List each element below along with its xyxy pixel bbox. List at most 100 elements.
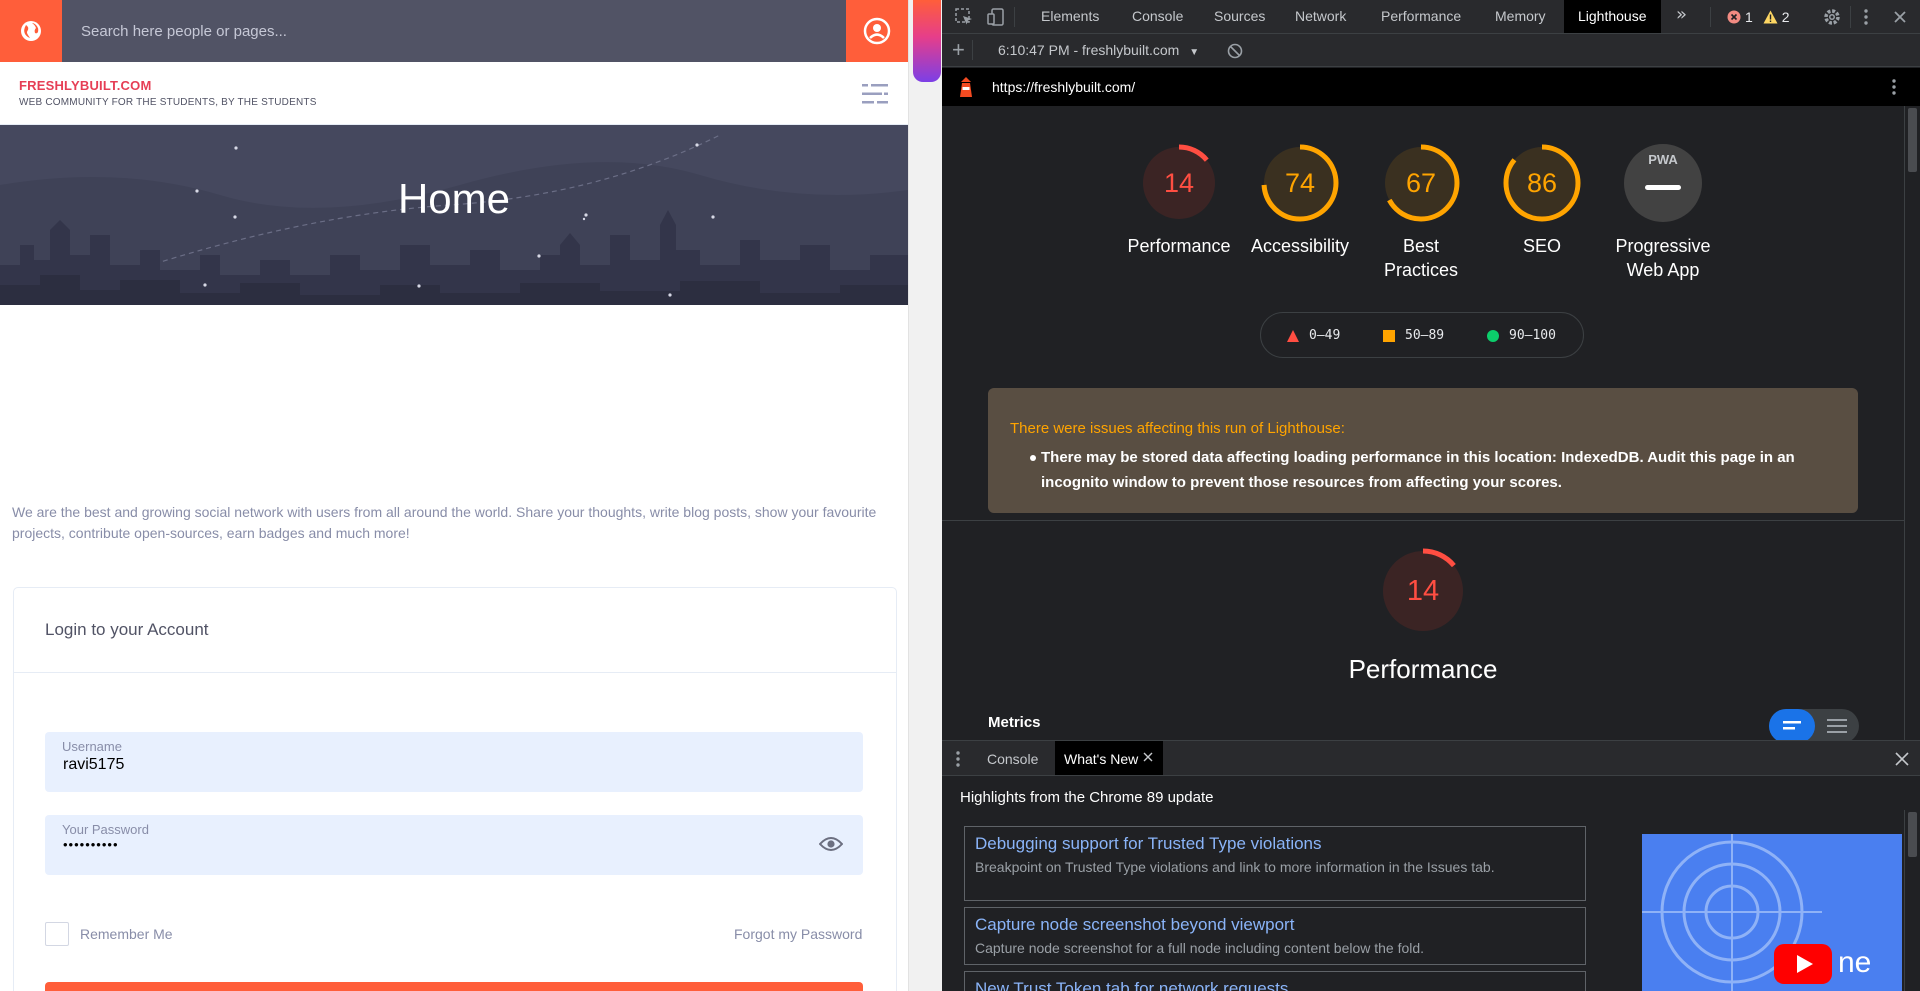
- warning-icon: [1763, 10, 1778, 24]
- inspect-element-icon[interactable]: [954, 7, 974, 27]
- metrics-view-toggle[interactable]: [1769, 709, 1859, 740]
- clear-reports-icon[interactable]: [1227, 43, 1243, 59]
- tab-memory[interactable]: Memory: [1495, 0, 1546, 33]
- audited-url[interactable]: https://freshlybuilt.com/: [992, 79, 1135, 95]
- report-menu-icon[interactable]: [1886, 78, 1902, 96]
- brand-name-link[interactable]: FRESHLYBUILT.COM: [19, 78, 151, 93]
- warning-title: There were issues affecting this run of …: [1010, 420, 1345, 437]
- score-label: Progressive Web App: [1615, 236, 1711, 280]
- tab-performance[interactable]: Performance: [1381, 0, 1461, 33]
- score-gauge-pwa[interactable]: PWA Progressive Web App: [1608, 142, 1718, 282]
- whats-new-item[interactable]: New Trust Token tab for network requests: [964, 971, 1586, 991]
- devtools-panel: Elements Console Sources Network Perform…: [942, 0, 1920, 991]
- divider: [942, 520, 1904, 521]
- whats-new-item[interactable]: Debugging support for Trusted Type viola…: [964, 826, 1586, 901]
- report-selector-value: 6:10:47 PM - freshlybuilt.com: [998, 42, 1180, 58]
- divider: [14, 672, 896, 673]
- drawer-menu-icon[interactable]: [954, 750, 962, 768]
- score-value: 67: [1405, 168, 1437, 198]
- toggle-compact-view[interactable]: [1769, 709, 1815, 740]
- drawer-scrollbar-thumb[interactable]: [1908, 812, 1917, 857]
- menu-toggle-icon[interactable]: [862, 83, 888, 105]
- settings-gear-icon[interactable]: [1822, 7, 1842, 27]
- pwa-badge-text: PWA: [1648, 152, 1678, 167]
- dropdown-arrow-icon: ▼: [1189, 47, 1200, 58]
- password-value: ••••••••••: [63, 837, 119, 852]
- site-logo-button[interactable]: [0, 0, 62, 62]
- remember-me-checkbox[interactable]: [45, 922, 69, 946]
- tab-network[interactable]: Network: [1295, 0, 1346, 33]
- expanded-list-icon[interactable]: [1815, 709, 1859, 740]
- whats-new-item-title[interactable]: Debugging support for Trusted Type viola…: [975, 834, 1322, 854]
- device-toolbar-icon[interactable]: [986, 7, 1006, 27]
- close-devtools-icon[interactable]: [1890, 7, 1910, 27]
- password-label: Your Password: [62, 822, 149, 837]
- devtools-tabbar: Elements Console Sources Network Perform…: [942, 0, 1920, 34]
- compact-list-icon: [1783, 721, 1801, 730]
- performance-gauge: 14: [1378, 546, 1468, 636]
- intro-text: We are the best and growing social netwo…: [12, 504, 877, 541]
- toolbar-divider: [1850, 6, 1851, 28]
- whats-new-video-thumbnail[interactable]: ne: [1642, 834, 1902, 991]
- site-search-placeholder: Search here people or pages...: [81, 22, 287, 40]
- brand-bar: FRESHLYBUILT.COM WEB COMMUNITY FOR THE S…: [0, 62, 908, 125]
- report-scrollbar[interactable]: [1904, 106, 1920, 740]
- whats-new-item-title[interactable]: Capture node screenshot beyond viewport: [975, 915, 1294, 935]
- site-search-input[interactable]: Search here people or pages...: [62, 0, 891, 62]
- new-report-plus-icon[interactable]: +: [952, 37, 965, 63]
- close-drawer-icon[interactable]: [1895, 752, 1909, 766]
- toolbar-divider: [1710, 7, 1711, 27]
- score-gauge-accessibility[interactable]: 74 Accessibility: [1245, 142, 1355, 258]
- tab-elements[interactable]: Elements: [1041, 0, 1099, 33]
- password-field[interactable]: Your Password ••••••••••: [45, 815, 863, 875]
- error-count: 1: [1745, 9, 1753, 25]
- whats-new-item-desc: Breakpoint on Trusted Type violations an…: [975, 859, 1495, 875]
- whats-new-item[interactable]: Capture node screenshot beyond viewport …: [964, 907, 1586, 965]
- score-label: Best Practices: [1383, 236, 1459, 280]
- warning-item: There may be stored data affecting loadi…: [1041, 449, 1795, 491]
- page-scrollbar[interactable]: [908, 0, 942, 991]
- more-options-icon[interactable]: [1856, 7, 1876, 27]
- show-password-icon[interactable]: [819, 835, 843, 853]
- login-button[interactable]: [45, 982, 863, 991]
- tab-lighthouse[interactable]: Lighthouse: [1564, 0, 1661, 33]
- whats-new-heading: Highlights from the Chrome 89 update: [960, 789, 1214, 806]
- youtube-play-icon[interactable]: [1774, 944, 1832, 984]
- toolbar-divider: [972, 40, 973, 60]
- close-tab-icon[interactable]: [1143, 752, 1153, 762]
- whats-new-item-desc: Capture node screenshot for a full node …: [975, 940, 1425, 956]
- legend-range: 0–49: [1309, 328, 1341, 343]
- toolbar-divider: [1014, 7, 1015, 27]
- score-value: 74: [1284, 168, 1316, 198]
- user-menu-button[interactable]: [846, 0, 908, 62]
- drawer-tab-console[interactable]: Console: [987, 751, 1038, 767]
- forgot-password-link[interactable]: Forgot my Password: [734, 926, 862, 942]
- video-text-fragment: ne: [1838, 946, 1872, 979]
- score-label: Performance: [1127, 236, 1231, 256]
- report-scrollbar-thumb[interactable]: [1908, 108, 1917, 172]
- whats-new-item-title[interactable]: New Trust Token tab for network requests: [975, 979, 1288, 991]
- score-gauge-seo[interactable]: 86 SEO: [1487, 142, 1597, 258]
- remember-me-label[interactable]: Remember Me: [80, 926, 173, 942]
- screen: Search here people or pages... FRESHLYBU…: [0, 0, 1920, 991]
- tab-sources[interactable]: Sources: [1214, 0, 1265, 33]
- drawer-tab-whats-new[interactable]: What's New: [1055, 741, 1163, 775]
- page-scrollbar-thumb[interactable]: [913, 0, 941, 82]
- page-title: Home: [397, 175, 511, 222]
- drawer-tabbar: Console What's New: [942, 740, 1920, 776]
- username-field[interactable]: Username ravi5175: [45, 732, 863, 792]
- legend-fail: 0–49: [1287, 328, 1340, 343]
- tab-console[interactable]: Console: [1132, 0, 1183, 33]
- score-value: 14: [1163, 168, 1195, 198]
- report-selector[interactable]: 6:10:47 PM - freshlybuilt.com ▼: [998, 42, 1199, 58]
- user-icon: [863, 17, 891, 45]
- drawer-scrollbar[interactable]: [1904, 810, 1920, 991]
- square-icon: [1383, 329, 1395, 342]
- performance-score-value: 14: [1406, 575, 1440, 607]
- score-gauge-performance[interactable]: 14 Performance: [1124, 142, 1234, 258]
- score-gauge-best-practices[interactable]: 67 Best Practices: [1366, 142, 1476, 282]
- issue-counters[interactable]: 1 2: [1727, 6, 1790, 28]
- lighthouse-logo-icon: [960, 77, 972, 97]
- chevron-double-right-icon[interactable]: »: [1676, 4, 1687, 25]
- lighthouse-toolbar: + 6:10:47 PM - freshlybuilt.com ▼: [942, 34, 1920, 67]
